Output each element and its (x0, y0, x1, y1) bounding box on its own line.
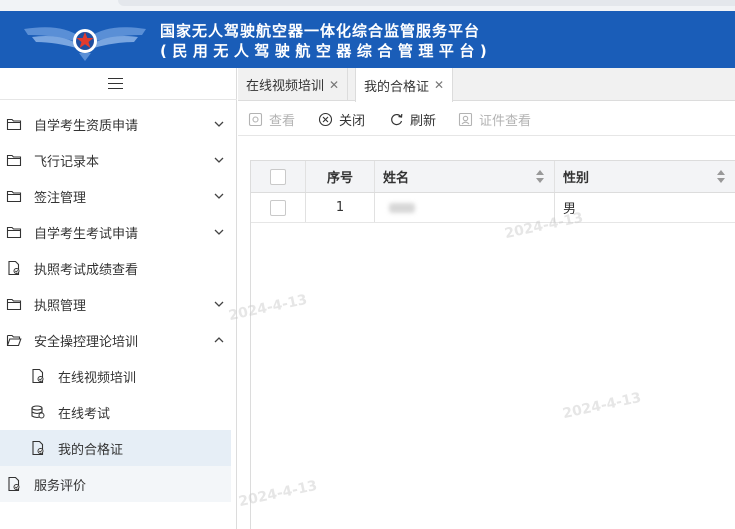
close-circle-icon (318, 112, 333, 126)
tab-label: 在线视频培训 (246, 79, 325, 94)
table-header: 序号 姓名 性别 (251, 161, 735, 193)
platform-subtitle: (民用无人驾驶航空器综合管理平台) (160, 42, 493, 60)
sidebar-item-safety-training[interactable]: 安全操控理论培训 (0, 322, 237, 358)
sidebar-item-exam-scores[interactable]: 执照考试成绩查看 (0, 250, 237, 286)
app-header: 国家无人驾驶航空器一体化综合监管服务平台 (民用无人驾驶航空器综合管理平台) (0, 11, 735, 68)
view-icon (248, 112, 263, 126)
certificate-icon (458, 112, 473, 126)
tab-my-certificate[interactable]: 我的合格证 ✕ (355, 68, 454, 102)
chevron-down-icon[interactable] (213, 298, 225, 310)
view-button[interactable]: 查看 (248, 102, 295, 136)
sidebar: 自学考生资质申请 飞行记录本 签注管理 自学考生考试申请 执照考试成绩查看 执照… (0, 68, 237, 529)
chevron-up-icon[interactable] (213, 334, 225, 346)
certificate-table: 序号 姓名 性别 1 男 (250, 160, 735, 529)
chevron-down-icon[interactable] (213, 226, 225, 238)
sidebar-item-flight-log[interactable]: 飞行记录本 (0, 142, 237, 178)
certificate-view-button[interactable]: 证件查看 (458, 102, 531, 136)
folder-icon (6, 118, 22, 131)
tab-label: 我的合格证 (364, 79, 430, 95)
row-checkbox[interactable] (270, 199, 286, 216)
sidebar-item-endorsement[interactable]: 签注管理 (0, 178, 237, 214)
sort-icon[interactable] (717, 170, 725, 184)
column-header-gender[interactable]: 性别 (555, 161, 735, 192)
sidebar-item-self-study-qualification[interactable]: 自学考生资质申请 (0, 106, 237, 142)
sidebar-item-label: 我的合格证 (58, 442, 124, 458)
column-header-index[interactable]: 序号 (306, 161, 375, 192)
document-icon (8, 260, 20, 276)
chevron-down-icon[interactable] (213, 154, 225, 166)
sidebar-item-label: 执照管理 (34, 298, 87, 314)
chevron-down-icon[interactable] (213, 118, 225, 130)
certificate-view-button-label: 证件查看 (479, 113, 532, 129)
sidebar-item-label: 服务评价 (34, 478, 87, 494)
chevron-down-icon[interactable] (213, 190, 225, 202)
sidebar-item-exam-application[interactable]: 自学考生考试申请 (0, 214, 237, 250)
document-icon (32, 440, 44, 456)
select-all-checkbox[interactable] (270, 168, 286, 185)
sidebar-item-license-management[interactable]: 执照管理 (0, 286, 237, 322)
sidebar-item-my-certificate[interactable]: 我的合格证 (0, 430, 231, 466)
row-index: 1 (306, 193, 375, 222)
sidebar-item-label: 签注管理 (34, 190, 87, 206)
sidebar-item-label: 自学考生资质申请 (34, 118, 139, 134)
sidebar-menu: 自学考生资质申请 飞行记录本 签注管理 自学考生考试申请 执照考试成绩查看 执照… (0, 106, 237, 502)
sidebar-item-service-evaluation[interactable]: 服务评价 (0, 466, 231, 502)
document-icon (8, 476, 20, 492)
redacted-name (389, 202, 415, 213)
browser-top-strip (0, 0, 735, 11)
sidebar-item-online-exam[interactable]: 在线考试 (0, 394, 237, 430)
close-button-label: 关闭 (339, 113, 366, 129)
tab-online-video-training[interactable]: 在线视频培训 ✕ (238, 68, 349, 101)
folder-icon (6, 226, 22, 239)
caac-wings-logo (24, 27, 146, 61)
column-header-gender-label: 性别 (563, 171, 590, 186)
hamburger-icon[interactable] (108, 78, 123, 89)
header-select-all-cell (251, 161, 306, 192)
sidebar-toggle[interactable] (0, 68, 237, 100)
close-icon[interactable]: ✕ (329, 78, 339, 92)
toolbar: 查看 关闭 刷新 证件查看 (238, 102, 735, 136)
sidebar-item-label: 在线考试 (58, 406, 111, 422)
refresh-button[interactable]: 刷新 (389, 102, 436, 136)
folder-icon (6, 298, 22, 311)
main-content: 在线视频培训 ✕ 我的合格证 ✕ 查看 关闭 刷新 证件查看 序号 姓名 性别 … (227, 68, 735, 529)
sidebar-item-online-video-training[interactable]: 在线视频培训 (0, 358, 237, 394)
column-header-name[interactable]: 姓名 (375, 161, 555, 192)
sidebar-item-label: 执照考试成绩查看 (34, 262, 139, 278)
address-bar-edge (118, 0, 735, 6)
table-row[interactable]: 1 男 (251, 193, 735, 223)
folder-open-icon (6, 334, 22, 347)
sidebar-item-label: 在线视频培训 (58, 370, 137, 386)
view-button-label: 查看 (269, 113, 296, 129)
tab-bar: 在线视频培训 ✕ 我的合格证 ✕ (238, 68, 735, 102)
close-icon[interactable]: ✕ (434, 78, 444, 92)
folder-icon (6, 154, 22, 167)
row-name (375, 193, 555, 222)
sidebar-item-label: 安全操控理论培训 (34, 334, 139, 350)
document-icon (32, 368, 44, 384)
sidebar-item-label: 自学考生考试申请 (34, 226, 139, 242)
close-button[interactable]: 关闭 (318, 102, 365, 136)
folder-icon (6, 190, 22, 203)
database-icon (31, 405, 45, 419)
platform-title: 国家无人驾驶航空器一体化综合监管服务平台 (160, 22, 481, 40)
sidebar-item-label: 飞行记录本 (34, 154, 100, 170)
row-select-cell (251, 193, 306, 222)
refresh-button-label: 刷新 (410, 113, 437, 129)
sort-icon[interactable] (536, 170, 544, 184)
row-gender: 男 (555, 193, 735, 222)
refresh-icon (391, 113, 403, 125)
column-header-name-label: 姓名 (383, 171, 410, 186)
